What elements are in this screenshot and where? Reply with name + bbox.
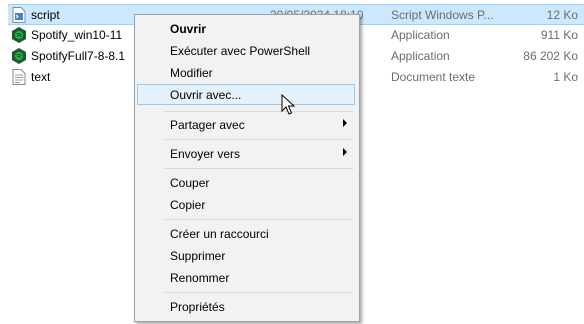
menu-item-cut[interactable]: Couper [137, 172, 355, 193]
menu-item-label: Créer un raccourci [170, 227, 269, 241]
menu-item-run-powershell[interactable]: Exécuter avec PowerShell [137, 40, 355, 61]
menu-item-label: Propriétés [170, 300, 225, 314]
file-name: SpotifyFull7-8-8.1 [31, 49, 126, 63]
menu-item-label: Supprimer [170, 249, 226, 263]
file-type: Application [391, 49, 450, 63]
menu-item-label: Ouvrir avec... [170, 88, 242, 102]
menu-item-properties[interactable]: Propriétés [137, 296, 355, 317]
menu-item-create-shortcut[interactable]: Créer un raccourci [137, 223, 355, 244]
menu-separator [165, 111, 353, 112]
submenu-arrow-icon [343, 148, 347, 156]
menu-item-label: Modifier [170, 66, 213, 80]
menu-item-open-with[interactable]: Ouvrir avec... [137, 84, 355, 105]
menu-item-open[interactable]: Ouvrir [137, 18, 355, 39]
menu-separator [165, 292, 353, 293]
menu-item-share-with[interactable]: Partager avec [137, 114, 355, 135]
menu-item-rename[interactable]: Renommer [137, 267, 355, 288]
file-size: 911 Ko [540, 28, 578, 42]
menu-item-label: Partager avec [170, 118, 245, 132]
menu-item-label: Exécuter avec PowerShell [170, 44, 311, 58]
file-type: Application [391, 28, 450, 42]
menu-item-label: Envoyer vers [170, 147, 241, 161]
file-name: script [31, 8, 60, 22]
menu-separator [165, 139, 353, 140]
context-menu: Ouvrir Exécuter avec PowerShell Modifier… [134, 14, 360, 322]
menu-item-copy[interactable]: Copier [137, 194, 355, 215]
spotify-app-icon [12, 27, 26, 43]
file-name: text [31, 70, 51, 84]
menu-item-delete[interactable]: Supprimer [137, 245, 355, 266]
file-size: 1 Ko [553, 70, 578, 84]
menu-item-label: Ouvrir [170, 22, 207, 36]
file-type: Script Windows P... [391, 8, 494, 22]
menu-item-label: Renommer [170, 271, 230, 285]
menu-separator [165, 168, 353, 169]
menu-separator [165, 219, 353, 220]
script-file-icon [12, 7, 26, 23]
file-size: 12 Ko [546, 8, 578, 22]
menu-item-send-to[interactable]: Envoyer vers [137, 143, 355, 164]
file-type: Document texte [391, 70, 476, 84]
submenu-arrow-icon [343, 119, 347, 127]
file-name: Spotify_win10-11 [31, 28, 123, 42]
text-file-icon [12, 69, 26, 85]
menu-item-edit[interactable]: Modifier [137, 62, 355, 83]
menu-item-label: Copier [170, 198, 206, 212]
menu-item-label: Couper [170, 176, 210, 190]
mouse-pointer-icon [281, 94, 295, 115]
spotify-app-icon [12, 48, 26, 64]
file-size: 86 202 Ko [523, 49, 578, 63]
